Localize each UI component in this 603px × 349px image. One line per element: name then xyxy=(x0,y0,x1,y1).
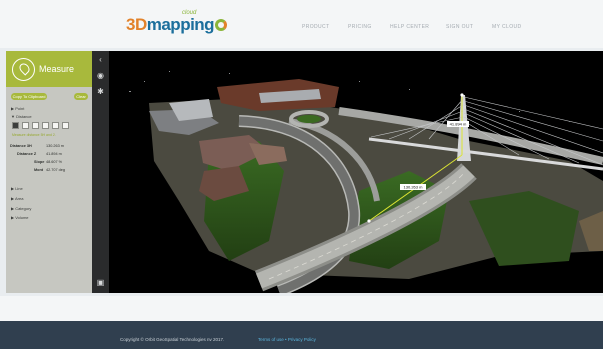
top-header: 3D mapping cloud PRODUCT PRICING HELP CE… xyxy=(0,0,603,48)
logo-3d: 3D xyxy=(126,15,147,34)
panel-title: Measure xyxy=(39,64,75,74)
measure-panel: Measure Copy To Clipboard Clear ▶ Point … xyxy=(6,51,92,293)
area-section[interactable]: ▶ Area xyxy=(11,196,23,201)
measure-label: Slope xyxy=(34,160,45,164)
measure-label: Mont xyxy=(34,168,44,172)
copyright-text: Copyright © Orbit GeoSpatial Technologie… xyxy=(120,337,225,342)
measure-value: 41.894 m xyxy=(46,152,62,156)
category-section[interactable]: ▶ Category xyxy=(11,206,31,211)
measure-hint: Measure distance 5H and 2. xyxy=(12,133,56,137)
nav-product[interactable]: PRODUCT xyxy=(302,24,330,30)
point-section[interactable]: ▶ Point xyxy=(11,106,24,111)
clear-button[interactable]: Clear xyxy=(74,93,88,100)
measure-pin-icon xyxy=(12,58,35,81)
measure-panel-header: Measure xyxy=(6,51,92,87)
tool-height-icon[interactable] xyxy=(22,122,29,129)
measure-label: Distance Z xyxy=(17,152,37,156)
page-footer: Copyright © Orbit GeoSpatial Technologie… xyxy=(0,321,603,349)
copy-to-clipboard-button[interactable]: Copy To Clipboard xyxy=(11,93,47,100)
tool-horizontal-icon[interactable] xyxy=(42,122,49,129)
eye-icon[interactable]: ◉ xyxy=(95,70,106,81)
measure-label: Distance 3H xyxy=(10,144,32,148)
viewer-toolbar: ‹ ◉ ✱ ▣ xyxy=(92,51,109,293)
measure-label-distance: 130.263 m xyxy=(404,185,424,190)
logo-cloud: cloud xyxy=(182,10,197,16)
nav-help-center[interactable]: HELP CENTER xyxy=(390,24,429,30)
gear-icon[interactable]: ✱ xyxy=(95,86,106,97)
nav-sign-out[interactable]: SIGN OUT xyxy=(446,24,473,30)
collapse-panel-icon[interactable]: ‹ xyxy=(95,54,106,65)
nav-pricing[interactable]: PRICING xyxy=(348,24,372,30)
line-section[interactable]: ▶ Line xyxy=(11,186,23,191)
viewer-app: Measure Copy To Clipboard Clear ▶ Point … xyxy=(6,51,603,293)
point-cloud-viewer[interactable]: 41.894 m 130.263 m xyxy=(109,51,603,293)
measure-tools xyxy=(12,122,69,129)
point-cloud-scene[interactable]: 41.894 m 130.263 m xyxy=(109,51,603,293)
distance-section[interactable]: ▼ Distance xyxy=(11,114,32,119)
3dmapping-logo[interactable]: 3D mapping cloud xyxy=(126,10,228,36)
measure-value: 42.707 deg xyxy=(46,168,66,172)
logo-mapping: mapping xyxy=(146,15,215,34)
measure-value: 48.607 % xyxy=(46,160,63,164)
tool-vertical-icon[interactable] xyxy=(52,122,59,129)
measure-value: 130.263 m xyxy=(46,144,64,148)
tool-slope-icon[interactable] xyxy=(32,122,39,129)
tool-angle-icon[interactable] xyxy=(62,122,69,129)
tool-distance-icon[interactable] xyxy=(12,122,19,129)
footer-spacer xyxy=(0,296,603,321)
logo-mark-icon xyxy=(215,19,228,31)
nav-my-cloud[interactable]: MY CLOUD xyxy=(492,24,522,30)
measure-label-vertical: 41.894 m xyxy=(450,122,467,127)
terms-privacy-link[interactable]: Terms of use • Privacy Policy xyxy=(258,337,316,342)
volume-section[interactable]: ▶ Volume xyxy=(11,215,29,220)
expand-icon[interactable]: ▣ xyxy=(95,277,106,288)
